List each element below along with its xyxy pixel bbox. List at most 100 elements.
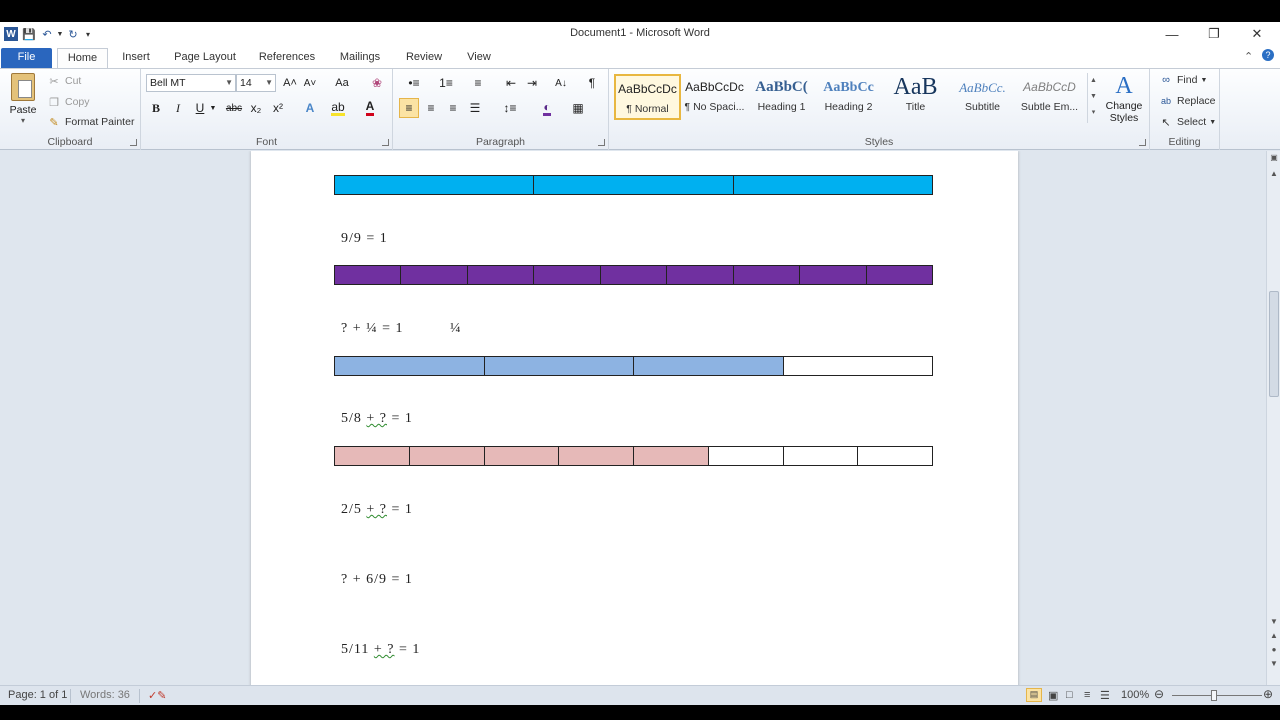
style-heading-2[interactable]: AaBbCc Heading 2 (815, 74, 882, 120)
fraction-bar-ninths (334, 265, 933, 285)
document-page[interactable]: 9/9 = 1 ? + ¼ = 1 ¼ 5/8 + ? = 1 2/5 + ? … (251, 151, 1018, 685)
style-name: ¶ Normal (626, 103, 669, 115)
proofing-icon[interactable]: ✓✎ (148, 689, 166, 702)
clear-formatting-button[interactable]: ❀ (367, 73, 387, 93)
subscript-button[interactable]: x₂ (246, 98, 266, 118)
scroll-thumb[interactable] (1269, 291, 1279, 397)
style-subtitle[interactable]: AaBbCc. Subtitle (949, 74, 1016, 120)
scroll-up-icon[interactable]: ▲ (1267, 169, 1280, 181)
vertical-scrollbar[interactable]: ▣ ▲ ▼ ▲ ● ▼ (1266, 151, 1280, 685)
decrease-indent-icon: ⇤ (505, 76, 517, 90)
font-name-combo[interactable]: Bell MT ▼ (146, 74, 236, 92)
web-layout-icon[interactable]: □ (1066, 689, 1073, 701)
shrink-font-button[interactable]: A˅ (300, 73, 320, 93)
paste-button[interactable]: Paste ▾ (6, 73, 40, 131)
styles-gallery-scroll[interactable]: ▲ ▼ ▾ (1087, 73, 1099, 123)
style-name: Heading 2 (824, 101, 873, 113)
bullets-button[interactable]: •≡ (400, 73, 428, 93)
minimize-button[interactable]: — (1158, 24, 1186, 44)
scroll-down-icon[interactable]: ▼ (1267, 617, 1280, 629)
justify-button[interactable]: ☰ (465, 98, 485, 118)
multilevel-list-button[interactable]: ≡ (464, 73, 492, 93)
zoom-level[interactable]: 100% (1121, 689, 1149, 701)
borders-button[interactable]: ▦ (565, 98, 591, 118)
zoom-in-icon[interactable]: ⊕ (1263, 687, 1273, 701)
text-effects-button[interactable]: A (300, 98, 320, 118)
equation-text: = 1 (387, 502, 413, 517)
tab-view[interactable]: View (459, 48, 499, 68)
print-layout-icon[interactable]: ▤ (1026, 688, 1042, 702)
sort-button[interactable]: A↓ (551, 73, 571, 93)
superscript-button[interactable]: x² (268, 98, 288, 118)
font-color-button[interactable]: A (360, 98, 380, 118)
align-center-button[interactable]: ≡ (421, 98, 441, 118)
style-no-spacing[interactable]: AaBbCcDc ¶ No Spaci... (681, 74, 748, 120)
full-screen-reading-icon[interactable]: ▣ (1048, 689, 1058, 702)
align-center-icon: ≡ (427, 101, 435, 115)
justify-icon: ☰ (469, 101, 481, 115)
style-title[interactable]: AaB Title (882, 74, 949, 120)
shading-button[interactable]: ◐ (534, 98, 560, 118)
strikethrough-button[interactable]: abc (224, 98, 244, 118)
outline-icon[interactable]: ≡ (1084, 689, 1090, 701)
status-divider (139, 689, 140, 703)
tab-review[interactable]: Review (398, 48, 450, 68)
show-formatting-button[interactable]: ¶ (582, 73, 602, 93)
numbering-button[interactable]: 1≡ (432, 73, 460, 93)
empty-segment (858, 447, 932, 465)
highlight-button[interactable]: ab (328, 98, 348, 118)
underline-dropdown-icon[interactable]: ▼ (208, 98, 218, 118)
style-normal[interactable]: AaBbCcDc ¶ Normal (614, 74, 681, 120)
ruler-toggle-icon[interactable]: ▣ (1267, 153, 1280, 165)
page-count[interactable]: Page: 1 of 1 (8, 689, 67, 701)
word-count[interactable]: Words: 36 (80, 689, 130, 701)
underline-button[interactable]: U (190, 98, 210, 118)
minimize-ribbon-icon[interactable]: ⌃ (1244, 50, 1253, 63)
tab-page-layout[interactable]: Page Layout (168, 48, 242, 68)
line-spacing-button[interactable]: ↕≡ (497, 98, 523, 118)
align-left-button[interactable]: ≡ (399, 98, 419, 118)
next-page-icon[interactable]: ▼ (1267, 659, 1280, 671)
align-right-icon: ≡ (449, 101, 457, 115)
tab-file[interactable]: File (1, 48, 52, 68)
grow-font-button[interactable]: A˄ (280, 73, 300, 93)
help-icon[interactable]: ? (1262, 49, 1274, 61)
close-button[interactable]: ✕ (1243, 24, 1271, 44)
font-size-combo[interactable]: 14 ▼ (236, 74, 276, 92)
equation-text: = 1 (394, 642, 421, 657)
select-browse-object-icon[interactable]: ● (1267, 645, 1280, 657)
styles-group-label: Styles (864, 136, 894, 148)
replace-button[interactable]: ab Replace (1158, 92, 1216, 110)
zoom-out-icon[interactable]: ⊖ (1154, 687, 1164, 701)
styles-launcher-icon[interactable] (1139, 139, 1146, 146)
tab-insert[interactable]: Insert (113, 48, 159, 68)
clipboard-launcher-icon[interactable] (130, 139, 137, 146)
cut-button[interactable]: ✂ Cut (46, 72, 81, 90)
previous-page-icon[interactable]: ▲ (1267, 631, 1280, 643)
select-button[interactable]: ↖ Select ▼ (1158, 113, 1216, 131)
copy-button[interactable]: ❐ Copy (46, 93, 89, 111)
change-styles-button[interactable]: A Change Styles (1103, 72, 1145, 128)
format-painter-button[interactable]: ✎ Format Painter (46, 113, 134, 131)
align-right-button[interactable]: ≡ (443, 98, 463, 118)
select-label: Select (1177, 116, 1207, 128)
bold-button[interactable]: B (146, 98, 166, 118)
italic-button[interactable]: I (168, 98, 188, 118)
clipboard-group: Paste ▾ ✂ Cut ❐ Copy ✎ Format Painter Clipb… (0, 69, 141, 150)
tab-mailings[interactable]: Mailings (332, 48, 388, 68)
decrease-indent-button[interactable]: ⇤ (501, 73, 521, 93)
zoom-slider-thumb[interactable] (1211, 690, 1217, 701)
tab-references[interactable]: References (252, 48, 322, 68)
draft-icon[interactable]: ☰ (1100, 689, 1110, 702)
font-launcher-icon[interactable] (382, 139, 389, 146)
zoom-slider-track[interactable] (1172, 695, 1262, 696)
style-subtle-emphasis[interactable]: AaBbCcD Subtle Em... (1016, 74, 1083, 120)
paragraph-launcher-icon[interactable] (598, 139, 605, 146)
style-sample: AaBbCcDc (618, 82, 677, 96)
increase-indent-button[interactable]: ⇥ (522, 73, 542, 93)
find-button[interactable]: ∞ Find ▼ (1158, 71, 1207, 89)
tab-home[interactable]: Home (57, 48, 108, 68)
change-case-button[interactable]: Aa (329, 73, 355, 93)
style-heading-1[interactable]: AaBbC( Heading 1 (748, 74, 815, 120)
restore-button[interactable]: ❐ (1200, 24, 1228, 44)
